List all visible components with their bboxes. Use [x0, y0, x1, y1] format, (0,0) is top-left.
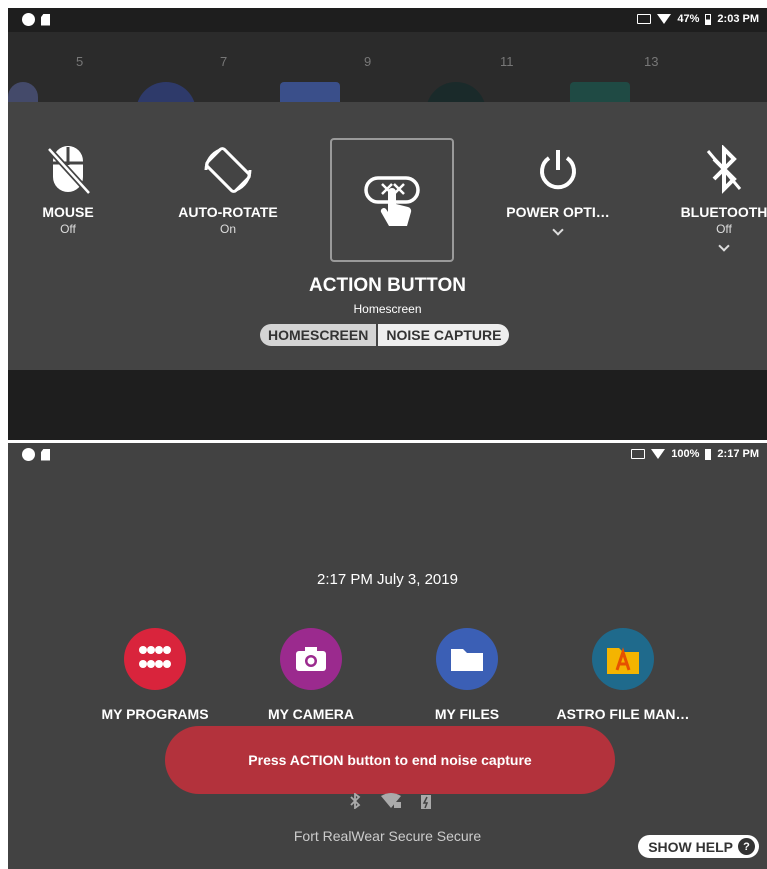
cast-icon: [631, 449, 646, 459]
folder-icon: [436, 628, 498, 690]
hand-tap-icon: [364, 176, 420, 226]
wifi-icon: [657, 14, 672, 24]
sd-card-icon: [41, 13, 50, 26]
home-background-strip: 5 7 9 11 13: [8, 32, 767, 122]
notification-dot-icon: [22, 448, 35, 461]
question-icon: ?: [738, 838, 755, 855]
action-button-tile[interactable]: [330, 138, 454, 262]
option-noise-capture[interactable]: NOISE CAPTURE: [378, 324, 510, 346]
wifi-icon: [651, 449, 666, 459]
action-button-mode: Homescreen: [353, 302, 422, 316]
tile-mouse[interactable]: MOUSE Off: [8, 140, 128, 236]
app-astro-file-manager[interactable]: ASTRO FILE MAN…: [548, 628, 698, 722]
show-help-label: SHOW HELP: [648, 838, 733, 855]
tile-label: MOUSE: [42, 204, 94, 220]
show-help-button[interactable]: SHOW HELP ?: [638, 835, 759, 858]
app-label: MY FILES: [434, 706, 500, 722]
app-label: MY CAMERA: [267, 706, 355, 722]
homescreen-screenshot: 100% 2:17 PM 2:17 PM July 3, 2019 MY PRO…: [8, 443, 767, 869]
bluetooth-off-icon: [350, 793, 361, 809]
battery-icon: [705, 13, 712, 25]
chevron-down-icon[interactable]: [718, 240, 730, 252]
tile-status: Off: [716, 222, 732, 236]
status-time: 2:17 PM: [717, 448, 759, 460]
tile-power-options[interactable]: POWER OPTI…: [498, 140, 618, 236]
tile-label: BLUETOOTH: [680, 204, 767, 220]
tile-auto-rotate[interactable]: AUTO-ROTATE On: [168, 140, 288, 236]
mouse-off-icon: [46, 146, 92, 196]
sd-card-icon: [41, 448, 50, 461]
page-number: 11: [500, 54, 514, 69]
cast-icon: [637, 14, 652, 24]
home-datetime: 2:17 PM July 3, 2019: [317, 571, 458, 588]
grid-dots-icon: [124, 628, 186, 690]
page-number: 13: [644, 54, 659, 69]
bluetooth-off-icon: [706, 145, 742, 194]
app-my-camera[interactable]: MY CAMERA: [236, 628, 386, 722]
battery-charging-icon: [421, 795, 431, 809]
camera-icon: [280, 628, 342, 690]
page-number: 9: [364, 54, 372, 69]
status-bar: 47% 2:03 PM: [8, 8, 767, 32]
battery-percent: 100%: [671, 448, 700, 460]
tile-status: Off: [60, 222, 76, 236]
quick-settings-shade: MOUSE Off AUTO-ROTATE On POWER OPTI… BLU…: [8, 102, 767, 370]
tile-label: AUTO-ROTATE: [178, 204, 278, 220]
page-number: 7: [220, 54, 228, 69]
wifi-lock-icon: [381, 793, 401, 808]
page-number: 5: [76, 54, 84, 69]
tile-status: On: [219, 222, 236, 236]
app-label: MY PROGRAMS: [101, 706, 209, 722]
app-my-files[interactable]: MY FILES: [392, 628, 542, 722]
battery-icon: [705, 448, 712, 460]
tile-label: POWER OPTI…: [506, 204, 610, 220]
auto-rotate-icon: [204, 147, 252, 193]
status-time: 2:03 PM: [717, 13, 759, 25]
action-button-title: ACTION BUTTON: [309, 275, 466, 296]
power-icon: [540, 150, 576, 190]
app-my-programs[interactable]: MY PROGRAMS: [80, 628, 230, 722]
action-mode-selector: HOMESCREEN NOISE CAPTURE: [260, 324, 510, 346]
app-label: ASTRO FILE MAN…: [556, 706, 690, 722]
option-homescreen[interactable]: HOMESCREEN: [260, 324, 377, 346]
battery-percent: 47%: [677, 13, 700, 25]
notification-dot-icon: [22, 13, 35, 26]
astro-icon: [592, 628, 654, 690]
quick-settings-screenshot: 47% 2:03 PM 5 7 9 11 13 MOUSE Off AUTO-R…: [8, 8, 767, 440]
noise-capture-toast: Press ACTION button to end noise capture: [165, 726, 615, 794]
chevron-down-icon[interactable]: [552, 224, 564, 236]
status-bar: 100% 2:17 PM: [8, 443, 767, 467]
tile-bluetooth[interactable]: BLUETOOTH Off: [664, 140, 767, 252]
